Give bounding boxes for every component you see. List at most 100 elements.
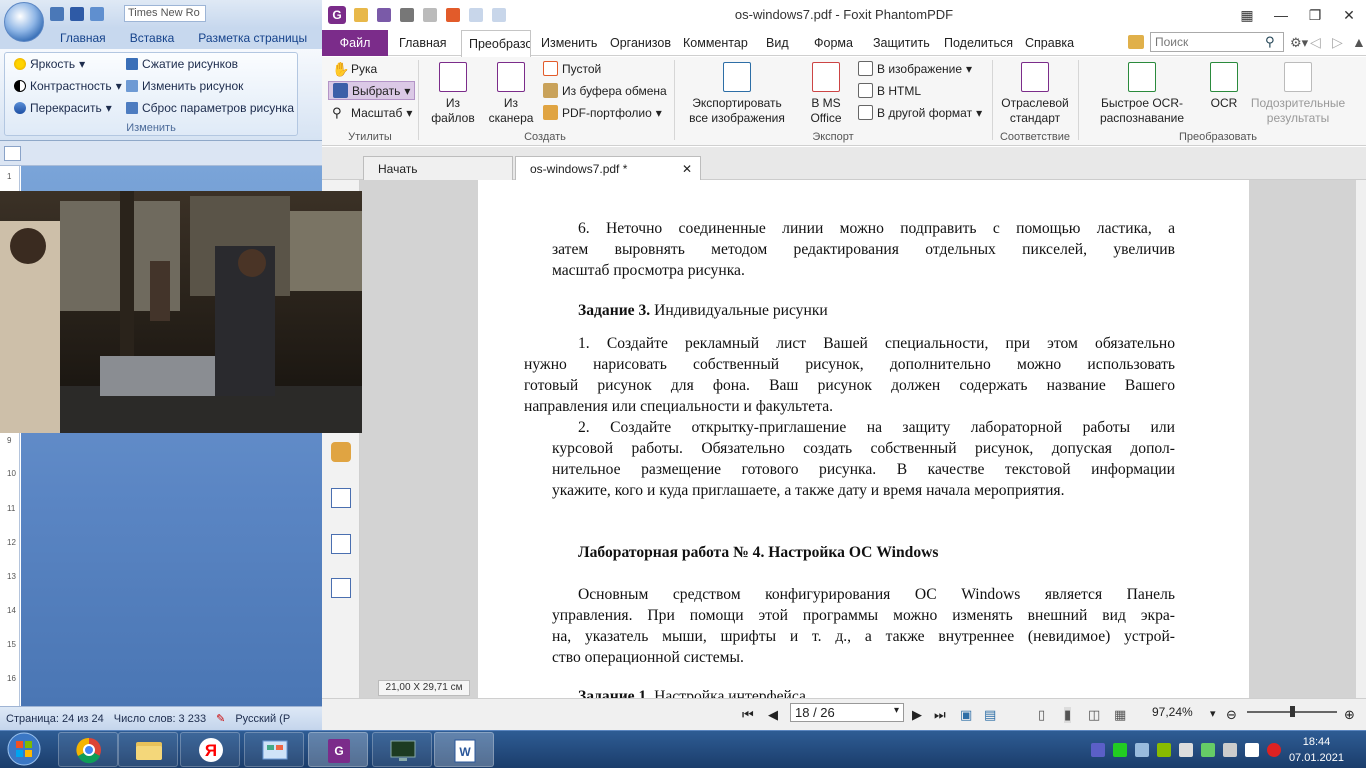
clock[interactable]: 18:44 07.01.2021 [1289,734,1344,766]
chevron-down-icon[interactable]: ▾ [894,705,899,716]
blank-button[interactable]: Пустой [543,61,601,76]
yandex-tray-icon[interactable] [1266,742,1281,757]
first-page-icon[interactable]: ⏮ [742,707,754,723]
next-page-icon[interactable]: ▶ [912,707,922,723]
vertical-scrollbar[interactable] [1356,180,1366,698]
to-image-button[interactable]: В изображение ▾ [858,61,972,76]
facing-page-icon[interactable]: ◫ [1088,707,1100,723]
pdf-portfolio-button[interactable]: PDF-портфолио ▾ [543,105,662,120]
single-page-icon[interactable]: ▯ [1038,707,1045,723]
close-button[interactable]: ✕ [1332,0,1366,30]
tab-help[interactable]: Справка [1018,30,1081,56]
taskbar-word[interactable]: W [434,732,494,767]
zoom-tool-button[interactable]: ⚲ Масштаб ▾ [332,105,412,120]
tab-start-page[interactable]: Начать [363,156,513,180]
layers-icon[interactable] [331,534,351,554]
taskbar-control-panel[interactable] [244,732,304,767]
zoom-in-icon[interactable]: ⊕ [1344,707,1355,723]
tab-form[interactable]: Форма [807,30,860,56]
undo-icon[interactable] [70,7,84,21]
search-input[interactable]: Поиск [1150,32,1284,52]
settings-gear-icon[interactable]: ⚙▾ [1290,35,1308,51]
tab-edit[interactable]: Изменить [534,30,604,56]
nvidia-icon[interactable] [1156,742,1171,757]
taskbar-app[interactable] [372,732,432,767]
from-scanner-button[interactable]: Из сканера [484,62,538,126]
industry-standard-button[interactable]: Отраслевой стандарт [998,62,1072,126]
brightness-button[interactable]: Яркость ▾ [14,57,85,71]
to-office-button[interactable]: В MS Office [800,62,852,126]
taskbar-yandex[interactable]: Я [180,732,240,767]
continuous-page-icon[interactable]: ▮ [1064,707,1072,723]
back-arrow-icon[interactable]: ◁ [1310,34,1321,51]
video-overlay[interactable] [0,191,362,433]
tab-home[interactable]: Главная [392,30,454,56]
page-number-input[interactable]: 18 / 26 ▾ [790,703,904,722]
word-tab-insert[interactable]: Вставка [114,28,183,49]
suspect-results-button[interactable]: Подозрительные результаты [1246,62,1350,126]
close-tab-icon[interactable]: ✕ [682,157,692,181]
taskbar-foxit[interactable]: G [308,732,368,767]
language-indicator[interactable]: Русский (Р [235,713,290,725]
to-html-button[interactable]: В HTML [858,83,921,98]
signature-icon[interactable] [331,578,351,598]
taskbar-chrome[interactable] [58,732,118,767]
search-icon[interactable]: ⚲ [1265,34,1275,50]
tab-comment[interactable]: Комментар [676,30,755,56]
redo-icon[interactable] [90,7,104,21]
save-icon[interactable] [50,7,64,21]
continuous-facing-icon[interactable]: ▦ [1114,707,1126,723]
minimize-button[interactable]: — [1264,0,1298,30]
network-icon[interactable] [1244,742,1259,757]
volume-icon[interactable] [1134,742,1149,757]
ocr-button[interactable]: OCR [1206,62,1242,111]
zoom-dropdown-icon[interactable]: ▾ [1210,707,1216,720]
export-images-button[interactable]: Экспортировать все изображения [682,62,792,126]
from-clipboard-button[interactable]: Из буфера обмена [543,83,667,98]
tab-share[interactable]: Поделиться [937,30,1020,56]
to-other-format-button[interactable]: В другой формат ▾ [858,105,982,120]
spellcheck-icon[interactable]: ✎ [216,712,225,725]
change-picture-button[interactable]: Изменить рисунок [126,79,243,93]
lock-icon[interactable] [331,442,351,462]
hand-tool-button[interactable]: ✋ Рука [332,61,377,77]
zoom-level[interactable]: 97,24% [1152,705,1193,719]
font-name-box[interactable]: Times New Ro [124,5,206,22]
collapse-ribbon-icon[interactable]: ▲ [1352,34,1366,50]
start-button[interactable] [4,731,44,768]
prev-page-icon[interactable]: ◀ [768,707,778,723]
attachments-icon[interactable] [331,488,351,508]
from-files-button[interactable]: Из файлов [426,62,480,126]
tab-organize[interactable]: Организов [603,30,677,56]
tab-convert[interactable]: Преобразо [461,30,531,57]
view-mode-icon[interactable]: ▣ [960,707,972,723]
zoom-slider-handle[interactable] [1290,706,1295,717]
ruler-toggle-button[interactable] [4,146,21,161]
select-tool-button[interactable]: Выбрать ▾ [328,81,416,100]
reset-picture-button[interactable]: Сброс параметров рисунка [126,101,294,115]
layout-icon[interactable]: ▦ [1230,0,1264,30]
last-page-icon[interactable]: ⏭ [934,707,946,723]
zoom-out-icon[interactable]: ⊖ [1226,707,1237,723]
reflow-icon[interactable]: ▤ [984,707,996,723]
tab-view[interactable]: Вид [759,30,796,56]
tab-document[interactable]: os-windows7.pdf * ✕ [515,156,701,180]
word-tab-layout[interactable]: Разметка страницы [182,28,315,49]
clipboard-tray-icon[interactable] [1222,742,1237,757]
security-icon[interactable] [1200,742,1215,757]
folder-search-icon[interactable] [1128,35,1144,49]
compress-pictures-button[interactable]: Сжатие рисунков [126,57,238,71]
tab-file[interactable]: Файл [322,30,388,56]
usb-icon[interactable] [1178,742,1193,757]
contrast-button[interactable]: Контрастность ▾ [14,79,122,93]
taskbar-explorer[interactable] [118,732,178,767]
forward-arrow-icon[interactable]: ▷ [1332,34,1343,51]
recolor-button[interactable]: Перекрасить ▾ [14,101,112,115]
word-tab-home[interactable]: Главная [50,28,114,49]
tab-protect[interactable]: Защитить [866,30,937,56]
teams-icon[interactable] [1090,742,1105,757]
office-button[interactable] [4,2,44,42]
maximize-button[interactable]: ❐ [1298,0,1332,30]
quick-ocr-button[interactable]: Быстрое OCR-распознавание [1084,62,1200,126]
app-tray-icon[interactable] [1112,742,1127,757]
